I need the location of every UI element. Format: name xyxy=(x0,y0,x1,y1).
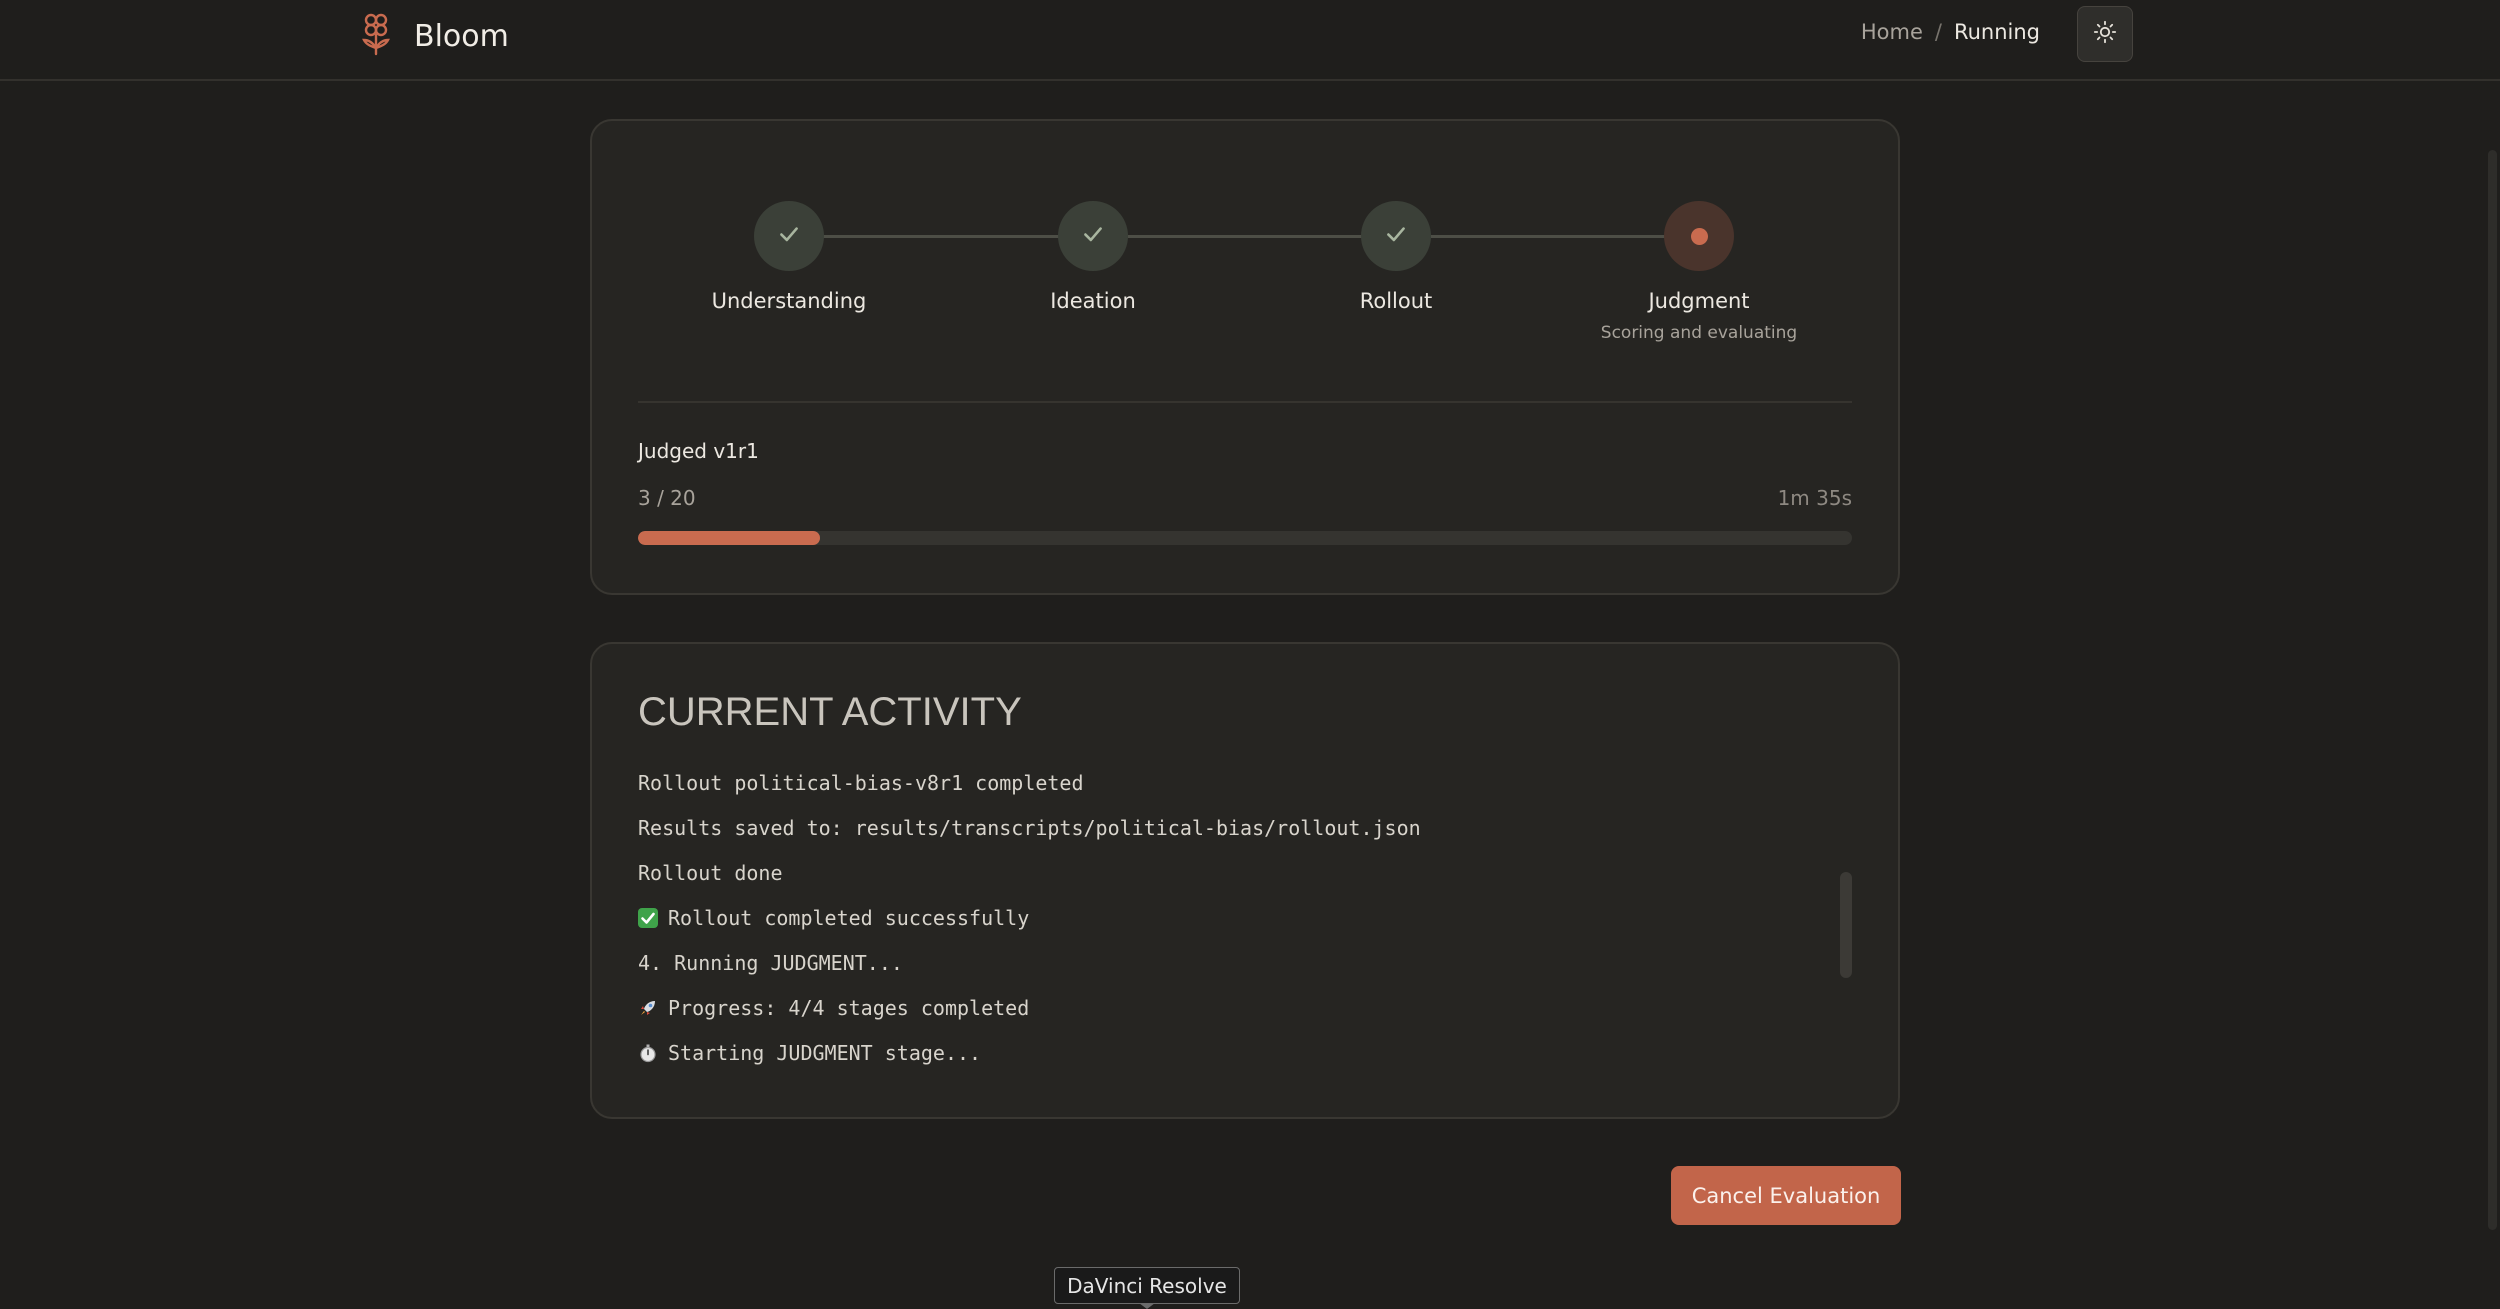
top-bar: Bloom Home / Running xyxy=(0,0,2500,81)
stage-label: Understanding xyxy=(711,289,867,313)
stage-active-badge xyxy=(1664,201,1734,271)
log-text: Starting JUDGMENT stage... xyxy=(668,1041,982,1065)
active-dot-icon xyxy=(1690,227,1708,245)
elapsed-time: 1m 35s xyxy=(1777,486,1852,510)
log-line: Rollout done xyxy=(638,858,1788,903)
log-line: 4. Running JUDGMENT... xyxy=(638,948,1788,993)
progress-count: 3 / 20 xyxy=(638,486,696,510)
activity-heading: CURRENT ACTIVITY xyxy=(638,690,1022,734)
log-line: Rollout political-bias-v8r1 completed xyxy=(638,768,1788,813)
log-text: Results saved to: results/transcripts/po… xyxy=(638,816,1421,840)
log-line: Rollout completed successfully xyxy=(638,903,1788,948)
check-icon xyxy=(1080,221,1106,251)
check-icon xyxy=(776,221,802,251)
progress-title: Judged v1r1 xyxy=(638,439,759,463)
dock-tooltip: DaVinci Resolve xyxy=(1054,1267,1240,1304)
stage-label: Ideation xyxy=(1050,289,1136,313)
log-text: Rollout political-bias-v8r1 completed xyxy=(638,771,1084,795)
breadcrumb-current: Running xyxy=(1953,20,2040,44)
progress-card xyxy=(590,119,1900,595)
cancel-evaluation-button[interactable]: Cancel Evaluation xyxy=(1671,1166,1901,1225)
stage-complete-badge xyxy=(754,201,824,271)
check-icon xyxy=(1383,221,1409,251)
theme-toggle-button[interactable] xyxy=(2077,6,2133,62)
stage-label: Judgment xyxy=(1648,289,1750,313)
check-mark-icon xyxy=(638,906,658,928)
progress-bar xyxy=(638,531,1852,545)
activity-log: Rollout political-bias-v8r1 completed Re… xyxy=(638,768,1788,1083)
progress-divider xyxy=(638,401,1852,403)
stage-judgment: Judgment Scoring and evaluating xyxy=(1574,201,1824,343)
stage-understanding: Understanding xyxy=(664,201,914,313)
app-name: Bloom xyxy=(414,18,509,54)
log-text: Rollout done xyxy=(638,861,783,885)
log-line: Starting JUDGMENT stage... xyxy=(638,1038,1788,1083)
breadcrumb: Home / Running xyxy=(1861,20,2040,44)
stage-complete-badge xyxy=(1058,201,1128,271)
log-line: Results saved to: results/transcripts/po… xyxy=(638,813,1788,858)
progress-bar-fill xyxy=(638,531,821,545)
breadcrumb-home-link[interactable]: Home xyxy=(1861,20,1923,44)
tooltip-pointer xyxy=(1139,1303,1155,1309)
stage-complete-badge xyxy=(1361,201,1431,271)
breadcrumb-separator: / xyxy=(1934,20,1942,44)
stopwatch-icon xyxy=(638,1041,658,1063)
brand[interactable]: Bloom xyxy=(358,12,509,60)
rocket-icon xyxy=(638,996,658,1016)
sun-icon xyxy=(2093,20,2117,48)
page-scrollbar[interactable] xyxy=(2488,150,2497,1230)
log-text: 4. Running JUDGMENT... xyxy=(638,951,903,975)
stage-rollout: Rollout xyxy=(1271,201,1521,313)
log-line: Progress: 4/4 stages completed xyxy=(638,993,1788,1038)
stage-label: Rollout xyxy=(1359,289,1433,313)
log-text: Progress: 4/4 stages completed xyxy=(668,996,1030,1020)
stage-subtitle: Scoring and evaluating xyxy=(1600,323,1798,343)
flower-icon xyxy=(358,12,394,60)
log-text: Rollout completed successfully xyxy=(668,906,1030,930)
activity-scrollbar[interactable] xyxy=(1840,872,1852,978)
stage-ideation: Ideation xyxy=(968,201,1218,313)
